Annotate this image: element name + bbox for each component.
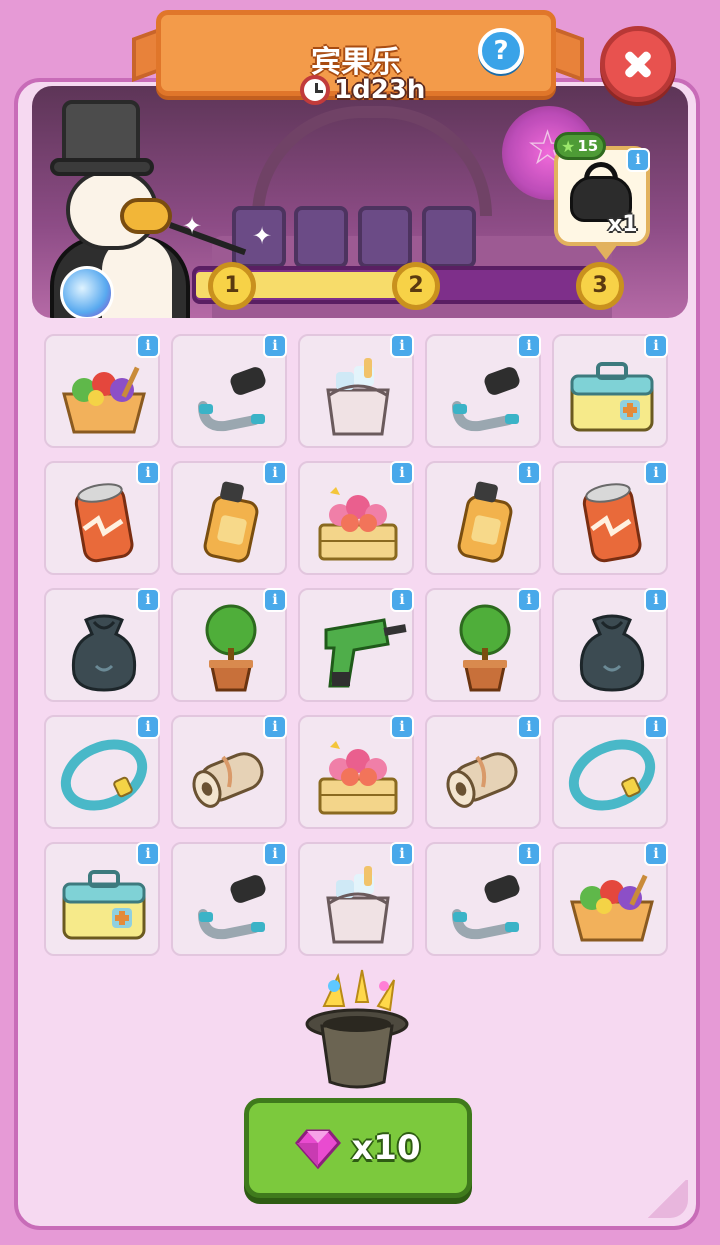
face-down-card [294, 206, 348, 268]
event-timer: 1d23h [300, 72, 425, 108]
bingo-cell[interactable]: i [171, 588, 287, 702]
bingo-cell[interactable]: i [552, 588, 668, 702]
cell-info-button[interactable]: i [136, 461, 160, 485]
draw-ten-button[interactable]: x10 [244, 1098, 472, 1198]
bingo-cell[interactable]: i [425, 588, 541, 702]
bingo-cell[interactable]: i [44, 461, 160, 575]
star-icon: ★ [561, 136, 576, 156]
bingo-cell[interactable]: i [298, 715, 414, 829]
bingo-cell[interactable]: i [44, 715, 160, 829]
cell-info-button[interactable]: i [263, 334, 287, 358]
cell-info-button[interactable]: i [136, 842, 160, 866]
cell-info-button[interactable]: i [517, 715, 541, 739]
bingo-cell[interactable]: i [298, 334, 414, 448]
cell-info-button[interactable]: i [263, 715, 287, 739]
face-down-card [422, 206, 476, 268]
bingo-cell[interactable]: i [171, 842, 287, 956]
magic-top-hat-icon [305, 969, 409, 1089]
bingo-cell[interactable]: i [425, 334, 541, 448]
cell-info-button[interactable]: i [644, 461, 668, 485]
close-button[interactable] [600, 26, 676, 102]
bingo-cell[interactable]: i [425, 842, 541, 956]
bingo-cell[interactable]: i [44, 334, 160, 448]
milestone-1[interactable]: 1 [208, 262, 256, 310]
cell-info-button[interactable]: i [136, 334, 160, 358]
cell-info-button[interactable]: i [644, 715, 668, 739]
crystal-ball-icon [60, 266, 114, 318]
reward-star-count: 15 [577, 137, 599, 155]
clock-icon [300, 75, 330, 105]
cell-info-button[interactable]: i [390, 842, 414, 866]
bingo-cell[interactable]: i [44, 588, 160, 702]
draw-ten-label: x10 [351, 1128, 421, 1168]
bingo-cell[interactable]: i [552, 715, 668, 829]
cell-info-button[interactable]: i [517, 334, 541, 358]
bingo-cell[interactable]: i [171, 715, 287, 829]
pink-gem-icon [295, 1129, 342, 1170]
sparkle-icon: ✦ [182, 212, 203, 240]
bingo-cell[interactable]: i [552, 842, 668, 956]
cell-info-button[interactable]: i [390, 461, 414, 485]
bingo-cell[interactable]: i [425, 715, 541, 829]
cell-info-button[interactable]: i [263, 842, 287, 866]
help-button[interactable]: ? [478, 28, 524, 74]
bingo-cell[interactable]: i [552, 461, 668, 575]
cell-info-button[interactable]: i [644, 334, 668, 358]
sparkle-icon: ✦ [252, 222, 273, 250]
stage-arch [252, 106, 492, 216]
reward-info-button[interactable]: i [626, 148, 650, 172]
bingo-cell[interactable]: i [298, 588, 414, 702]
bingo-cell[interactable]: i [171, 461, 287, 575]
cell-info-button[interactable]: i [390, 588, 414, 612]
cell-info-button[interactable]: i [136, 715, 160, 739]
milestone-2[interactable]: 2 [392, 262, 440, 310]
reward-quantity: x1 [608, 212, 638, 237]
cell-info-button[interactable]: i [390, 715, 414, 739]
bingo-cell[interactable]: i [425, 461, 541, 575]
milestone-3[interactable]: 3 [576, 262, 624, 310]
reward-star-badge: ★ 15 [554, 132, 606, 160]
bingo-cell[interactable]: i [552, 334, 668, 448]
cell-info-button[interactable]: i [136, 588, 160, 612]
bingo-cell[interactable]: i [298, 842, 414, 956]
bingo-cell[interactable]: i [298, 461, 414, 575]
bingo-cell[interactable]: i [44, 842, 160, 956]
cell-info-button[interactable]: i [263, 588, 287, 612]
cell-info-button[interactable]: i [263, 461, 287, 485]
bingo-cell[interactable]: i [171, 334, 287, 448]
cell-info-button[interactable]: i [517, 588, 541, 612]
cell-info-button[interactable]: i [644, 588, 668, 612]
page-curl-corner [646, 1180, 688, 1218]
face-down-card [358, 206, 412, 268]
cell-info-button[interactable]: i [644, 842, 668, 866]
timer-text: 1d23h [334, 75, 426, 105]
cell-info-button[interactable]: i [390, 334, 414, 358]
cell-info-button[interactable]: i [517, 461, 541, 485]
cell-info-button[interactable]: i [517, 842, 541, 866]
